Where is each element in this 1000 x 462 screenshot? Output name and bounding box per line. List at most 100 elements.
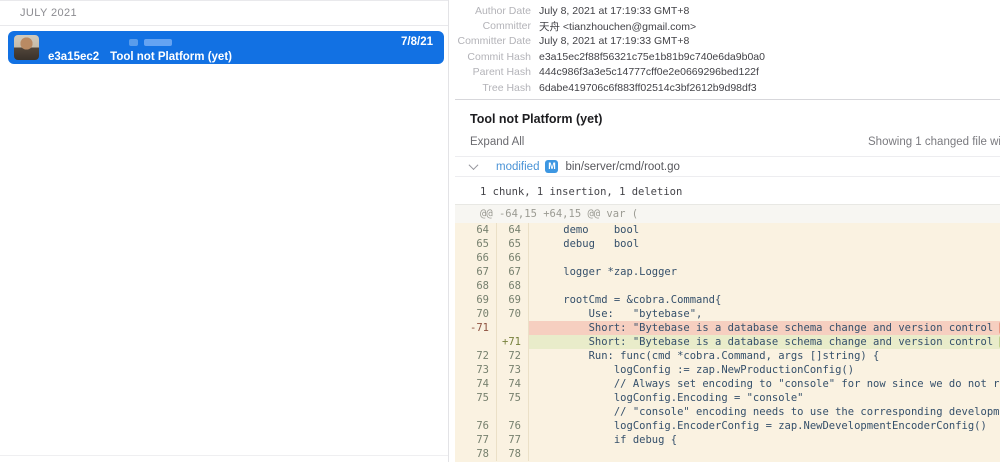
- old-line-number: 73: [455, 363, 497, 377]
- commit-short-hash: e3a15ec2: [48, 51, 99, 63]
- new-line-number: [497, 405, 529, 419]
- old-line-number: 69: [455, 293, 497, 307]
- metadata-value: July 8, 2021 at 17:19:33 GMT+8: [539, 35, 689, 47]
- metadata-row: Author DateJuly 8, 2021 at 17:19:33 GMT+…: [455, 3, 1000, 18]
- new-line-number: 75: [497, 391, 529, 405]
- hunk-header: @@ -64,15 +64,15 @@ var (: [455, 204, 1000, 223]
- new-line-number: 66: [497, 251, 529, 265]
- changed-file-row[interactable]: modified M bin/server/cmd/root.go: [455, 156, 1000, 177]
- diff-code: logConfig.Encoding = "console": [529, 391, 1000, 405]
- diff-line: 7373 logConfig := zap.NewProductionConfi…: [455, 363, 1000, 377]
- diff-line: 7070 Use: "bytebase",: [455, 307, 1000, 321]
- new-line-number: 77: [497, 433, 529, 447]
- diff-code: [529, 251, 1000, 265]
- chunk-stats: 1 chunk, 1 insertion, 1 deletion: [480, 186, 682, 198]
- file-path: bin/server/cmd/root.go: [565, 161, 679, 173]
- diff-code: debug bool: [529, 237, 1000, 251]
- diff-line: 7474 // Always set encoding to "console"…: [455, 377, 1000, 391]
- commit-title: Tool not Platform (yet): [470, 112, 602, 126]
- modified-badge-icon: M: [545, 160, 558, 173]
- diff-code: Use: "bytebase",: [529, 307, 1000, 321]
- metadata-label: Parent Hash: [455, 66, 531, 78]
- new-line-number: 68: [497, 279, 529, 293]
- old-line-number: 70: [455, 307, 497, 321]
- commit-summary-line: e3a15ec2 Tool not Platform (yet): [48, 47, 232, 65]
- metadata-row: Committer天舟 <tianzhouchen@gmail.com>: [455, 18, 1000, 33]
- commit-date: 7/8/21: [401, 36, 433, 48]
- old-line-number: 74: [455, 377, 497, 391]
- new-line-number: 76: [497, 419, 529, 433]
- commit-detail-panel: Author DateJuly 8, 2021 at 17:19:33 GMT+…: [455, 0, 1000, 462]
- diff-code: // "console" encoding needs to use the c…: [529, 405, 1000, 419]
- diff-line: 6666: [455, 251, 1000, 265]
- new-line-number: 74: [497, 377, 529, 391]
- old-line-number: [455, 335, 497, 349]
- commit-list-panel: JULY 2021 e3a15ec2 Tool not Platform (yet…: [0, 0, 449, 462]
- new-line-number: 69: [497, 293, 529, 307]
- diff-toolbar: Expand All Showing 1 changed file with 1…: [455, 136, 1000, 152]
- new-line-number: 64: [497, 223, 529, 237]
- new-line-number: 70: [497, 307, 529, 321]
- diff-code: logConfig.EncoderConfig = zap.NewDevelop…: [529, 419, 1000, 433]
- new-line-number: [497, 321, 529, 335]
- old-line-number: 78: [455, 447, 497, 461]
- redacted-author-name: [129, 39, 138, 46]
- chevron-down-icon[interactable]: [469, 160, 479, 170]
- diff-line: 6868: [455, 279, 1000, 293]
- old-line-number: [455, 405, 497, 419]
- redacted-author-name: [144, 39, 172, 46]
- commit-message: Tool not Platform (yet): [110, 51, 232, 63]
- commit-list-item[interactable]: e3a15ec2 Tool not Platform (yet) 7/8/21: [8, 31, 444, 64]
- new-line-number: +71: [497, 335, 529, 349]
- commit-list-section-header: JULY 2021: [0, 0, 448, 26]
- old-line-number: 65: [455, 237, 497, 251]
- new-line-number: 65: [497, 237, 529, 251]
- diff-code: Run: func(cmd *cobra.Command, args []str…: [529, 349, 1000, 363]
- old-line-number: 72: [455, 349, 497, 363]
- old-line-number: 66: [455, 251, 497, 265]
- list-divider: [0, 455, 448, 456]
- diff-code: logger *zap.Logger: [529, 265, 1000, 279]
- git-client-window: JULY 2021 e3a15ec2 Tool not Platform (yet…: [0, 0, 1000, 462]
- diff-line: 7575 logConfig.Encoding = "console": [455, 391, 1000, 405]
- diff-line: 6464 demo bool: [455, 223, 1000, 237]
- avatar: [14, 35, 39, 60]
- metadata-row: Parent Hash 444c986f3a3e5c14777cff0e2e066…: [455, 65, 1000, 80]
- diff-line: 7777 if debug {: [455, 433, 1000, 447]
- metadata-label: Tree Hash: [455, 82, 531, 94]
- new-line-number: 73: [497, 363, 529, 377]
- new-line-number: 78: [497, 447, 529, 461]
- diff-line: +71 Short: "Bytebase is a database schem…: [455, 335, 1000, 349]
- diff-code: [529, 447, 1000, 461]
- metadata-value: 6dabe419706c6f883ff02514c3bf2612b9d98df3: [539, 82, 757, 94]
- diff-code: Short: "Bytebase is a database schema ch…: [529, 335, 1000, 349]
- diff-code: if debug {: [529, 433, 1000, 447]
- diff-code: Short: "Bytebase is a database schema ch…: [529, 321, 1000, 335]
- diff-line: -71 Short: "Bytebase is a database schem…: [455, 321, 1000, 335]
- diff-line: // "console" encoding needs to use the c…: [455, 405, 1000, 419]
- changed-files-summary: Showing 1 changed file with 1 addition a…: [868, 136, 1000, 148]
- diff-line: 7676 logConfig.EncoderConfig = zap.NewDe…: [455, 419, 1000, 433]
- diff-line: 7272 Run: func(cmd *cobra.Command, args …: [455, 349, 1000, 363]
- old-line-number: 67: [455, 265, 497, 279]
- metadata-label: Commit Hash: [455, 51, 531, 63]
- metadata-value: 天舟 <tianzhouchen@gmail.com>: [539, 19, 696, 34]
- expand-all-button[interactable]: Expand All: [470, 136, 524, 148]
- diff-code: logConfig := zap.NewProductionConfig(): [529, 363, 1000, 377]
- old-line-number: 68: [455, 279, 497, 293]
- old-line-number: 77: [455, 433, 497, 447]
- metadata-value: 444c986f3a3e5c14777cff0e2e0669296bed122f: [539, 66, 759, 78]
- metadata-label: Committer Date: [455, 35, 531, 47]
- diff-line: 6969 rootCmd = &cobra.Command{: [455, 293, 1000, 307]
- metadata-row: Tree Hash 6dabe419706c6f883ff02514c3bf261…: [455, 80, 1000, 95]
- new-line-number: 72: [497, 349, 529, 363]
- diff-line: 7878: [455, 447, 1000, 461]
- metadata-value: July 8, 2021 at 17:19:33 GMT+8: [539, 5, 689, 17]
- diff-code: demo bool: [529, 223, 1000, 237]
- old-line-number: 76: [455, 419, 497, 433]
- diff-code: // Always set encoding to "console" for …: [529, 377, 1000, 391]
- section-header-label: JULY 2021: [20, 7, 77, 19]
- old-line-number: 75: [455, 391, 497, 405]
- metadata-row: Committer Date July 8, 2021 at 17:19:33 G…: [455, 34, 1000, 49]
- diff-view[interactable]: 6464 demo bool6565 debug bool66666767 lo…: [455, 223, 1000, 462]
